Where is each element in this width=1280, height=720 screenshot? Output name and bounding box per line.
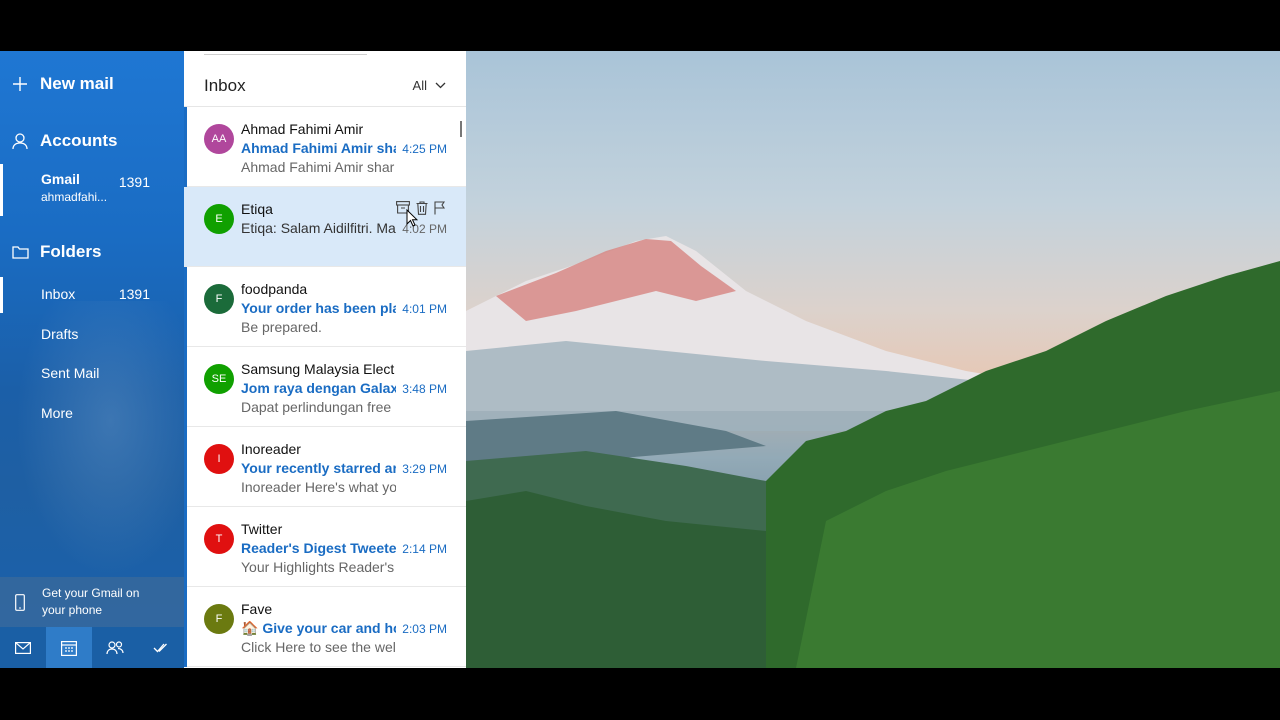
- folder-icon: [0, 245, 40, 259]
- avatar: AA: [204, 124, 234, 154]
- accounts-title: Accounts: [40, 131, 118, 150]
- folder-more[interactable]: More: [0, 403, 184, 423]
- folder-label: Drafts: [41, 326, 79, 342]
- filter-dropdown[interactable]: All: [413, 78, 446, 93]
- message-subject: Your recently starred art: [241, 460, 396, 476]
- folder-sent-mail[interactable]: Sent Mail: [0, 363, 184, 383]
- message-time: 4:25 PM: [402, 142, 447, 156]
- message-item[interactable]: T Twitter Reader's Digest Tweetec Your H…: [184, 507, 466, 587]
- message-time: 3:48 PM: [402, 382, 447, 396]
- message-time: 2:14 PM: [402, 542, 447, 556]
- message-item[interactable]: E Etiqa Etiqa: Salam Aidilfitri. Ma 4:02…: [184, 187, 466, 267]
- sidebar: New mail Accounts Gmail ahmadfahi... 139…: [0, 51, 184, 668]
- folder-inbox[interactable]: Inbox 1391: [0, 284, 184, 304]
- filter-label: All: [412, 78, 427, 93]
- top-black-bar: [0, 0, 1280, 51]
- message-subject: 🏠 Give your car and ho: [241, 620, 396, 636]
- folder-drafts[interactable]: Drafts: [0, 324, 184, 344]
- message-preview: Ahmad Fahimi Amir shar: [241, 159, 395, 175]
- account-name: Gmail: [41, 171, 80, 187]
- avatar: F: [204, 604, 234, 634]
- mountain-landscape-image: [466, 236, 1280, 668]
- reading-pane-background: [466, 51, 1280, 668]
- message-sender: Fave: [241, 601, 273, 617]
- new-mail-label: New mail: [40, 74, 114, 93]
- message-sender: foodpanda: [241, 281, 308, 297]
- avatar: F: [204, 284, 234, 314]
- message-item[interactable]: AA Ahmad Fahimi Amir Ahmad Fahimi Amir s…: [184, 107, 466, 187]
- message-subject: Ahmad Fahimi Amir sha: [241, 140, 396, 156]
- folder-count: 1391: [118, 286, 150, 302]
- people-icon[interactable]: [92, 627, 138, 668]
- promo-line-2: your phone: [42, 603, 103, 617]
- new-mail-button[interactable]: New mail: [0, 73, 184, 95]
- search-box[interactable]: [204, 51, 367, 55]
- list-title: Inbox: [204, 76, 246, 95]
- todo-icon[interactable]: [138, 627, 184, 668]
- promo-line-1: Get your Gmail on: [42, 586, 140, 600]
- message-sender: Twitter: [241, 521, 283, 537]
- accounts-header[interactable]: Accounts: [0, 130, 184, 152]
- message-item[interactable]: F foodpanda Your order has been pla Be p…: [184, 267, 466, 347]
- message-preview: Dapat perlindungan free: [241, 399, 392, 415]
- account-email: ahmadfahi...: [41, 190, 108, 204]
- avatar: SE: [204, 364, 234, 394]
- calendar-icon[interactable]: [46, 627, 92, 668]
- unread-indicator: [184, 267, 187, 347]
- bottom-navigation: [0, 627, 184, 668]
- message-item[interactable]: SE Samsung Malaysia Elect Jom raya denga…: [184, 347, 466, 427]
- message-subject: Reader's Digest Tweetec: [241, 540, 396, 556]
- message-preview: Your Highlights Reader's: [241, 559, 395, 575]
- folder-label: Inbox: [41, 286, 76, 302]
- avatar: E: [204, 204, 234, 234]
- mail-icon[interactable]: [0, 627, 46, 668]
- message-sender: Etiqa: [241, 201, 273, 217]
- message-preview: Click Here to see the wel: [241, 639, 396, 655]
- message-preview: Inoreader Here's what yo: [241, 479, 396, 495]
- message-subject: Jom raya dengan Galaxy: [241, 380, 396, 396]
- get-gmail-on-phone[interactable]: Get your Gmail on your phone: [0, 577, 184, 627]
- sidebar-background: [0, 301, 184, 601]
- unread-indicator: [184, 427, 187, 507]
- unread-indicator: [184, 347, 187, 427]
- message-time: 4:01 PM: [402, 302, 447, 316]
- chevron-down-icon: [435, 82, 446, 89]
- message-time: 3:29 PM: [402, 462, 447, 476]
- mouse-cursor-icon: [406, 209, 418, 227]
- folder-label: More: [41, 405, 73, 421]
- avatar: I: [204, 444, 234, 474]
- account-unread-count: 1391: [118, 174, 150, 190]
- message-subject: Your order has been pla: [241, 300, 396, 316]
- message-sender: Inoreader: [241, 441, 301, 457]
- message-quick-actions: [396, 201, 446, 220]
- folder-label: Sent Mail: [41, 365, 100, 381]
- message-subject: Etiqa: Salam Aidilfitri. Ma: [241, 220, 396, 236]
- message-item[interactable]: F Fave 🏠 Give your car and ho Click Here…: [184, 587, 466, 667]
- message-list: Inbox All AA Ahmad Fahimi Amir Ahmad Fah…: [184, 51, 466, 668]
- message-preview: Be prepared.: [241, 319, 322, 335]
- message-sender: Ahmad Fahimi Amir: [241, 121, 364, 137]
- message-time: 2:03 PM: [402, 622, 447, 636]
- flag-icon[interactable]: [434, 201, 446, 220]
- plus-icon: [0, 76, 40, 92]
- avatar: T: [204, 524, 234, 554]
- unread-indicator: [184, 587, 187, 667]
- folders-header[interactable]: Folders: [0, 241, 184, 263]
- unread-indicator: [184, 507, 187, 587]
- bottom-black-bar: [0, 668, 1280, 720]
- folders-title: Folders: [40, 242, 102, 261]
- person-icon: [0, 132, 40, 150]
- unread-indicator: [184, 107, 187, 187]
- account-gmail[interactable]: Gmail ahmadfahi... 1391: [0, 171, 184, 211]
- message-sender: Samsung Malaysia Elect: [241, 361, 395, 377]
- phone-icon: [0, 585, 40, 619]
- message-item[interactable]: I Inoreader Your recently starred art In…: [184, 427, 466, 507]
